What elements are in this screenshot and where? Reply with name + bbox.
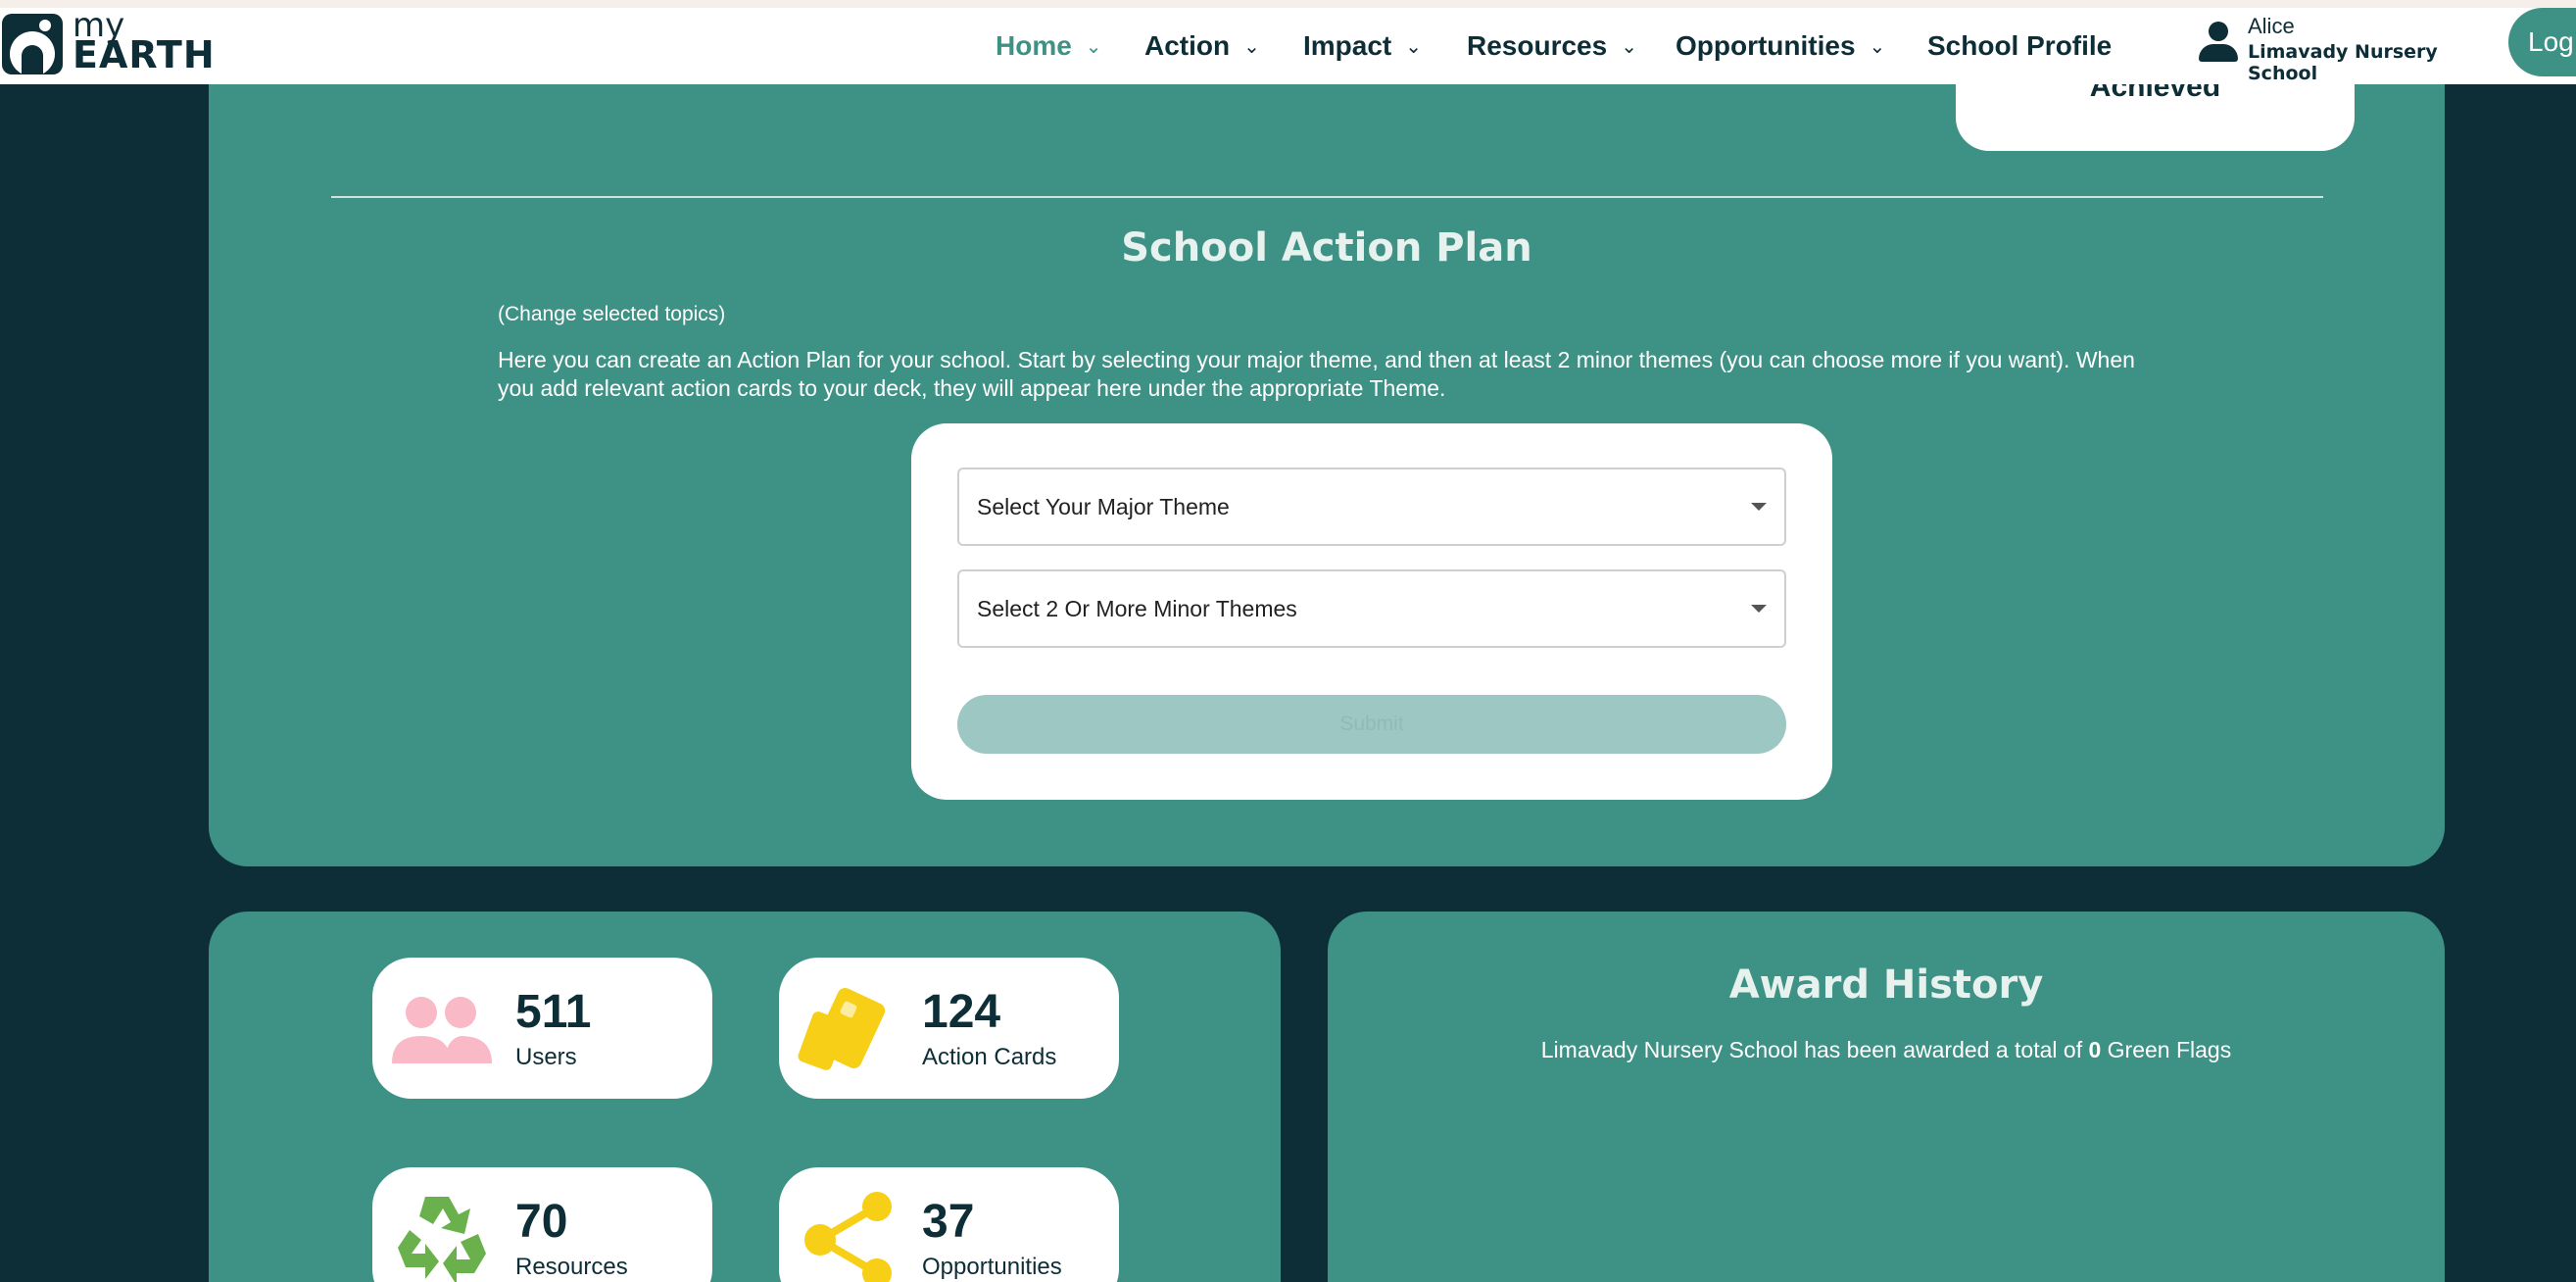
share-icon [804,1192,892,1282]
action-plan-title: School Action Plan [1121,225,1532,271]
stat-label: Opportunities [922,1254,1062,1280]
stat-value: 511 [515,986,592,1038]
cards-icon [798,988,886,1070]
stat-value: 124 [922,986,1001,1038]
action-plan-description: Here you can create an Action Plan for y… [498,347,2135,401]
logo-mark-icon [2,14,63,74]
award-text-prefix: Limavady Nursery School has been awarded… [1540,1037,2083,1062]
major-theme-select[interactable]: Select Your Major Theme [957,468,1786,546]
minor-themes-placeholder: Select 2 Or More Minor Themes [977,595,1297,621]
nav-home-label: Home [996,30,1072,61]
chevron-down-icon: ⌄ [1085,35,1102,58]
submit-button[interactable]: Submit [957,695,1786,754]
change-topics-link[interactable]: (Change selected topics) [498,303,725,326]
award-count: 0 [2088,1037,2102,1062]
user-school: Limavady Nursery School [2248,41,2438,84]
nav-opportunities-label: Opportunities [1676,30,1856,61]
stat-value: 37 [922,1196,975,1248]
nav-opportunities[interactable]: Opportunities ⌄ [1676,8,1885,84]
dropdown-caret-icon [1751,503,1767,511]
top-navbar: my EARTH Home ⌄ Action ⌄ Impact ⌄ Resour… [0,6,2576,84]
nav-resources-label: Resources [1467,30,1608,61]
recycle-icon [398,1197,486,1282]
stat-card-opportunities[interactable]: 37 Opportunities [779,1167,1119,1282]
user-menu[interactable]: Alice Limavady Nursery School [2195,8,2479,84]
user-icon [2195,22,2238,65]
award-text-suffix: Green Flags [2107,1037,2232,1062]
minor-themes-select[interactable]: Select 2 Or More Minor Themes [957,569,1786,648]
chevron-down-icon: ⌄ [1243,35,1260,58]
chevron-down-icon: ⌄ [1869,35,1886,58]
nav-resources[interactable]: Resources ⌄ [1467,8,1637,84]
nav-impact-label: Impact [1303,30,1392,61]
dropdown-caret-icon [1751,605,1767,613]
stats-panel: 511 Users 124 Action Cards 70 Resources … [209,912,1281,1282]
nav-school-profile[interactable]: School Profile [1927,8,2112,84]
stat-label: Resources [515,1254,628,1280]
award-history-title: Award History [1728,962,2044,1008]
divider [331,196,2323,198]
nav-school-profile-label: School Profile [1927,30,2113,61]
stat-label: Action Cards [922,1044,1057,1070]
stat-card-users[interactable]: 511 Users [372,958,712,1099]
chevron-down-icon: ⌄ [1621,35,1637,58]
top-strip [0,0,2576,8]
logo-text-earth: EARTH [73,33,216,76]
major-theme-placeholder: Select Your Major Theme [977,493,1230,519]
nav-home[interactable]: Home ⌄ [996,8,1102,84]
achieved-label: Achieved [2089,84,2221,103]
nav-action[interactable]: Action ⌄ [1144,8,1260,84]
users-icon [392,997,492,1063]
user-name: Alice [2248,14,2295,38]
stat-card-action-cards[interactable]: 124 Action Cards [779,958,1119,1099]
myearth-logo[interactable]: my EARTH [0,6,215,84]
theme-form-card: Select Your Major Theme Select 2 Or More… [911,423,1832,800]
login-button[interactable]: Log [2508,8,2576,76]
chevron-down-icon: ⌄ [1405,35,1423,58]
achieved-card: Achieved [1956,84,2355,151]
stat-value: 70 [515,1196,568,1248]
nav-impact[interactable]: Impact ⌄ [1303,8,1422,84]
award-history-panel: Award History Limavady Nursery School ha… [1328,912,2445,1282]
stat-label: Users [515,1044,577,1070]
stat-card-resources[interactable]: 70 Resources [372,1167,712,1282]
nav-action-label: Action [1144,30,1231,61]
award-history-text: Limavady Nursery School has been awarded… [1328,1037,2445,1063]
